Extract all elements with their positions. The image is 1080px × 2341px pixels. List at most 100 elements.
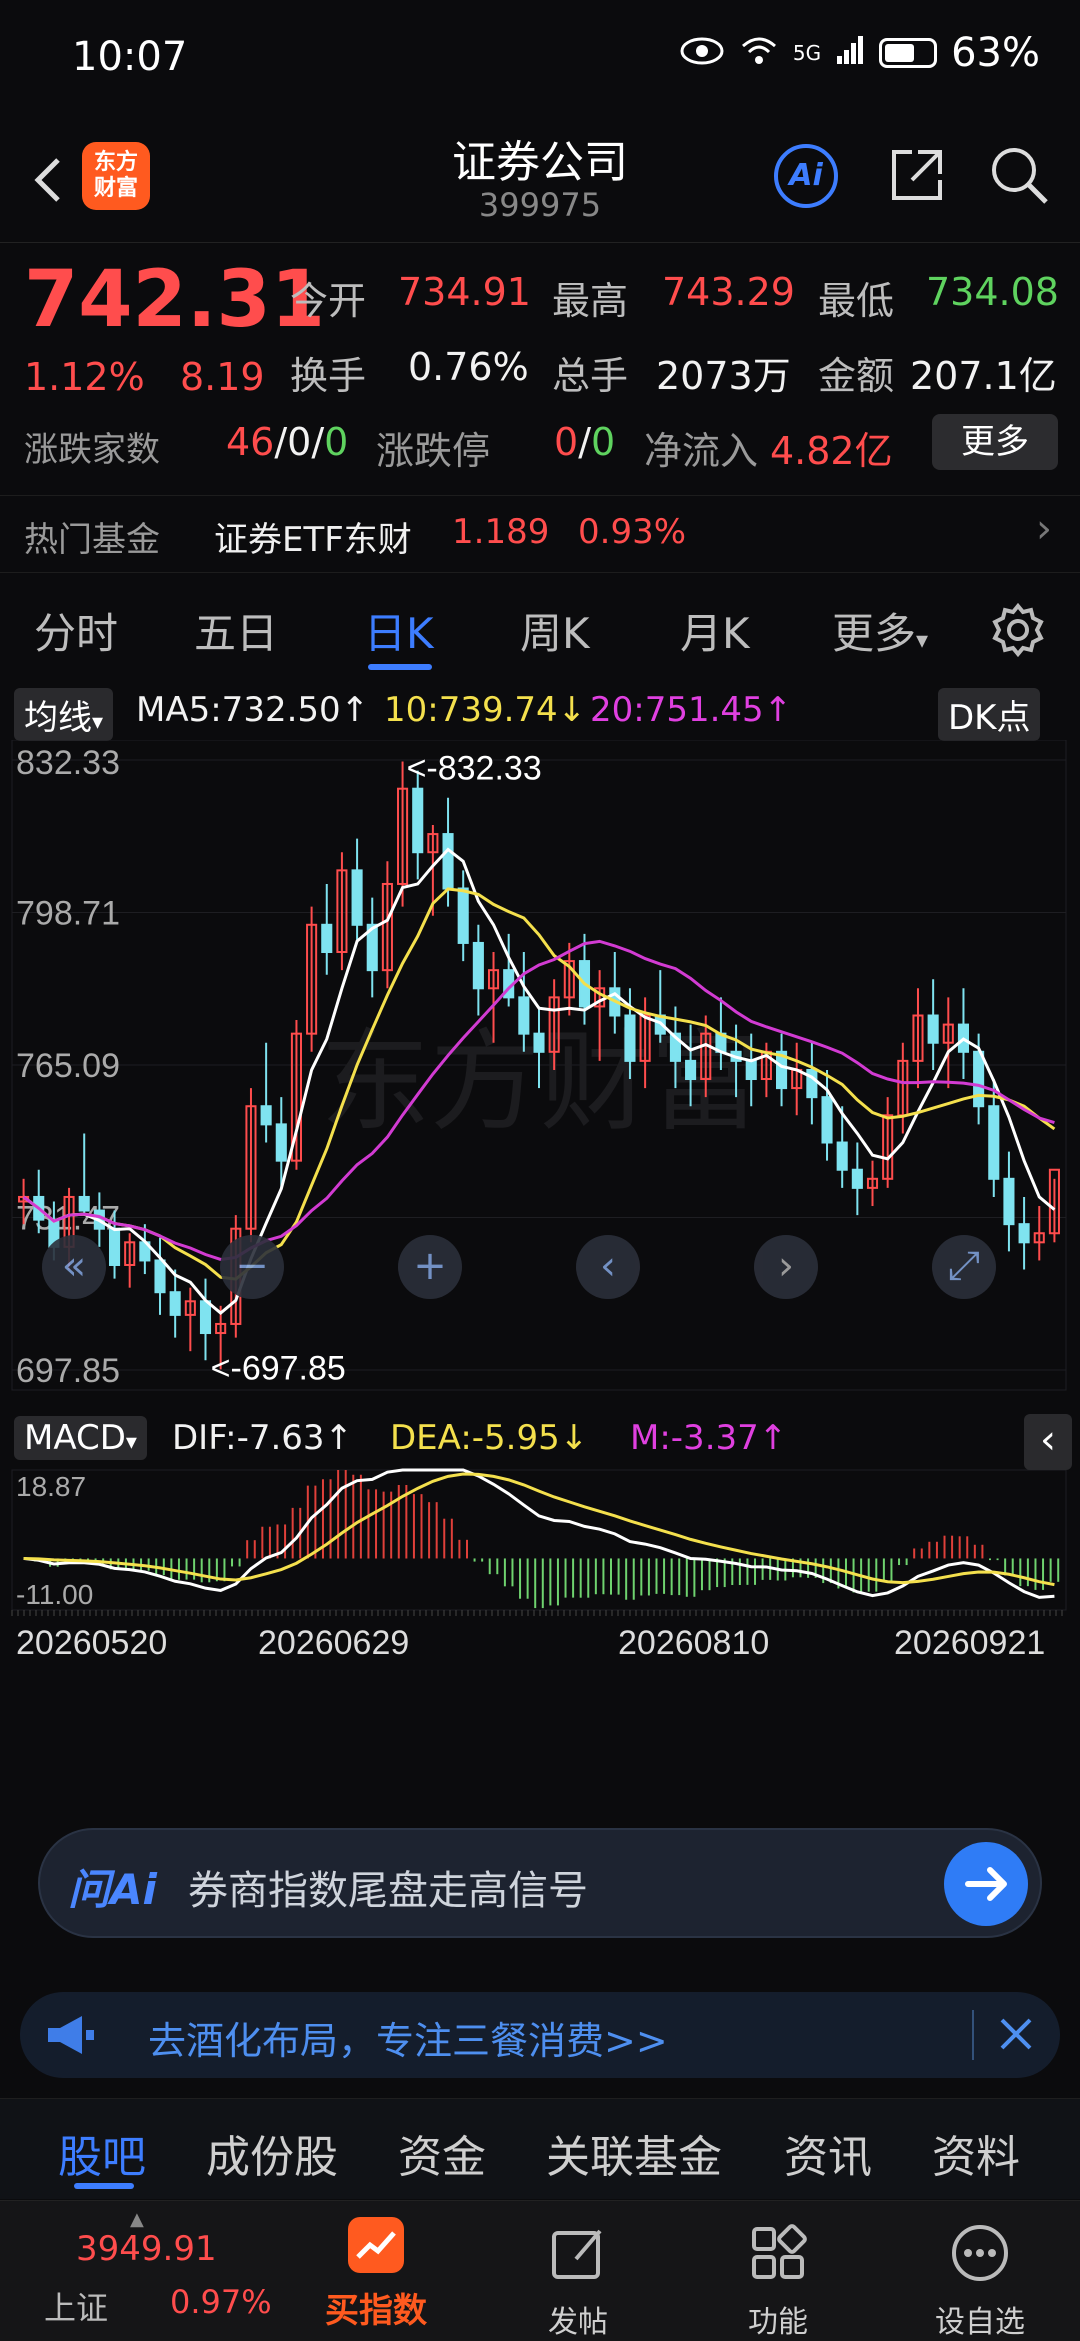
bottom-nav: ▲ 3949.91 上证 0.97% 买指数 发帖 功能 设自选 (0, 2200, 1080, 2341)
ad-divider (972, 2010, 974, 2060)
tab-monthly-k[interactable]: 月K (680, 600, 750, 661)
candle-body (108, 1227, 121, 1266)
max-price-label: <-832.33 (407, 749, 542, 787)
ask-ai-bar[interactable]: 问Ai 券商指数尾盘走高信号 (38, 1828, 1042, 1938)
fullscreen-icon[interactable]: ⤢ (932, 1235, 996, 1299)
dif-legend: DIF:-7.63↑ (172, 1418, 354, 1458)
kline-svg[interactable]: 东方财富832.33798.71765.09731.47697.85<-832.… (0, 740, 1080, 1800)
logo-text-2: 财富 (93, 176, 138, 201)
tab-capital[interactable]: 资金 (398, 2121, 486, 2185)
macd-min-label: -11.00 (16, 1579, 93, 1610)
tab-guba[interactable]: 股吧 (58, 2121, 146, 2185)
zoom-out-icon[interactable]: − (220, 1235, 284, 1299)
macd-select[interactable]: MACD▾ (14, 1416, 147, 1460)
edit-icon (548, 2223, 608, 2283)
candle-body (533, 1032, 545, 1053)
hot-fund-price: 1.189 (452, 512, 550, 552)
nav-add-watchlist[interactable]: 设自选 (910, 2201, 1050, 2341)
page-title: 证券公司 (452, 137, 628, 188)
eye-icon (679, 30, 725, 76)
tab-related-funds[interactable]: 关联基金 (546, 2121, 722, 2185)
hot-fund-label: 热门基金 (24, 520, 160, 560)
candle-body (442, 833, 454, 890)
ma-select[interactable]: 均线▾ (14, 688, 114, 741)
battery-text: 63% (951, 30, 1040, 76)
tab-news[interactable]: 资讯 (784, 2121, 872, 2185)
more-button[interactable]: 更多 (932, 414, 1058, 470)
chart-period-tabs: 分时 五日 日K 周K 月K 更多▾ (0, 590, 1080, 680)
limit-values: 0/0 (554, 420, 616, 464)
low-value: 734.08 (926, 270, 1059, 314)
settings-gear-icon[interactable] (990, 602, 1046, 658)
x-tick-label: 20260921 (894, 1624, 1045, 1662)
x-tick-label: 20260520 (16, 1624, 167, 1662)
ad-banner[interactable]: 去酒化布局，专注三餐消费>> (20, 1992, 1060, 2078)
prev-icon[interactable]: ‹ (576, 1235, 640, 1299)
close-icon[interactable] (988, 2006, 1044, 2062)
ma10-legend: 10:739.74↓ (384, 690, 587, 730)
index-ticker[interactable]: ▲ 3949.91 上证 0.97% (0, 2201, 280, 2341)
hot-fund-bar[interactable]: 热门基金 证券ETF东财 1.189 0.93% › (0, 495, 1080, 573)
tab-constituents[interactable]: 成份股 (206, 2121, 338, 2185)
caret-up-icon: ▲ (130, 2209, 144, 2230)
status-time: 10:07 (72, 34, 188, 80)
candle-body (321, 923, 333, 954)
header: 东方 财富 证券公司 399975 Ai (0, 120, 1080, 243)
breadth-down: 0 (324, 420, 349, 464)
zoom-in-icon[interactable]: + (398, 1235, 462, 1299)
candle-body (927, 1014, 939, 1044)
open-value: 734.91 (398, 270, 531, 314)
kline-chart-panel[interactable]: 均线▾ MA5:732.50↑ 10:739.74↓ 20:751.45↑ DK… (0, 680, 1080, 1800)
candle-body (1003, 1177, 1015, 1226)
tab-more[interactable]: 更多▾ (832, 600, 928, 661)
nav-functions[interactable]: 功能 (708, 2201, 848, 2341)
ai-button[interactable]: Ai (774, 144, 838, 208)
ma-select-label: 均线 (24, 698, 92, 738)
nav-post[interactable]: 发帖 (508, 2201, 648, 2341)
tab-five-day[interactable]: 五日 (194, 600, 278, 661)
change-value: 8.19 (180, 355, 265, 399)
turnover-label: 换手 (290, 354, 367, 398)
breadth-values: 46/0/0 (226, 420, 349, 464)
nav-buy-index-label: 买指数 (325, 2291, 427, 2331)
back-button[interactable] (22, 140, 82, 220)
battery-icon (879, 38, 938, 68)
ma5-legend: MA5:732.50↑ (136, 690, 370, 730)
index-name: 上证 (44, 2289, 109, 2327)
open-label: 今开 (290, 279, 367, 323)
nav-buy-index[interactable]: 买指数 (306, 2201, 446, 2332)
tab-weekly-k[interactable]: 周K (520, 600, 590, 661)
tab-more-label: 更多 (832, 609, 917, 658)
dk-point-button[interactable]: DK点 (938, 688, 1041, 741)
y-tick-label: 798.71 (16, 895, 120, 933)
turnover-value: 0.76% (408, 345, 529, 389)
candle-body (154, 1259, 166, 1294)
tab-intraday[interactable]: 分时 (34, 600, 118, 661)
tab-profile[interactable]: 资料 (932, 2121, 1020, 2185)
next-icon[interactable]: › (754, 1235, 818, 1299)
macd-select-label: MACD (24, 1418, 126, 1458)
candle-body (1018, 1223, 1030, 1244)
volume-value: 2073万 (656, 354, 791, 398)
ma20-legend: 20:751.45↑ (590, 690, 793, 730)
netflow-label: 净流入 (644, 429, 759, 473)
high-value: 743.29 (662, 270, 795, 314)
candle-body (472, 941, 484, 990)
candle-body (836, 1141, 848, 1171)
amount-label: 金额 (818, 354, 895, 398)
nav-post-label: 发帖 (548, 2305, 608, 2340)
collapse-panel-button[interactable]: ‹ (1024, 1414, 1072, 1470)
tab-daily-k[interactable]: 日K (364, 600, 434, 661)
netflow-value: 4.82亿 (770, 429, 893, 473)
ad-text: 去酒化布局，专注三餐消费>> (148, 2019, 668, 2063)
share-icon[interactable] (884, 142, 950, 208)
chevron-right-icon: › (1036, 506, 1052, 552)
search-icon[interactable] (986, 142, 1052, 208)
arrow-right-icon[interactable] (944, 1842, 1028, 1926)
ask-ai-logo: 问Ai (68, 1865, 157, 1914)
candle-body (518, 996, 530, 1035)
hot-fund-name: 证券ETF东财 (214, 520, 412, 560)
candle-body (851, 1168, 863, 1189)
rewind-icon[interactable]: « (42, 1235, 106, 1299)
last-price: 742.31 (24, 255, 325, 345)
